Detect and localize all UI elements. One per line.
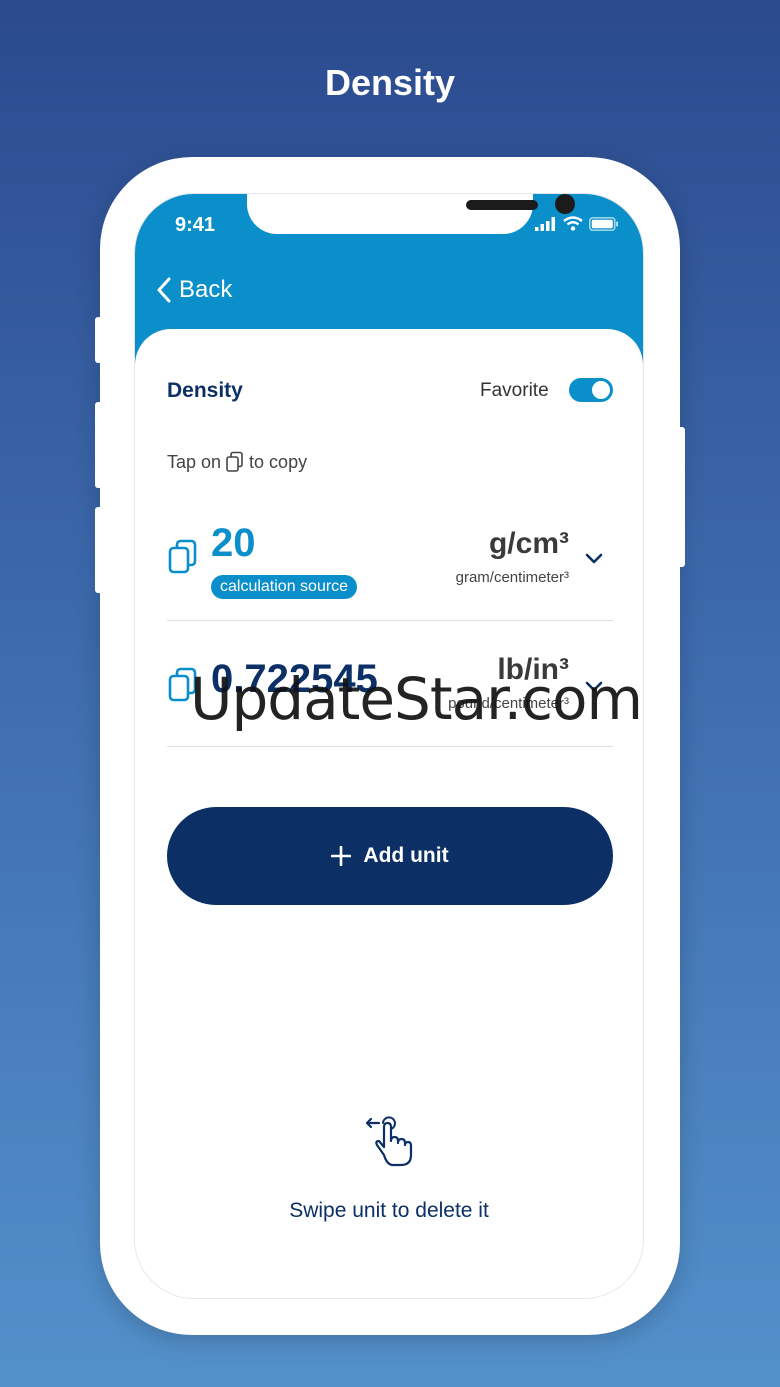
hint-text-before: Tap on: [167, 451, 222, 472]
watermark-text: UpdateStar.com: [190, 665, 643, 733]
notch: [247, 194, 575, 234]
favorite-toggle[interactable]: [569, 378, 613, 402]
back-button[interactable]: Back: [157, 276, 232, 304]
chevron-left-icon: [157, 277, 171, 303]
phone-screen: 9:41 Back Density Favorite Tap on to cop…: [134, 193, 644, 1299]
phone-frame: 9:41 Back Density Favorite Tap on to cop…: [95, 157, 685, 1335]
copy-hint: Tap on to copy: [167, 451, 307, 473]
camera: [555, 194, 575, 214]
converter-card: Density Favorite Tap on to copy 20 calcu…: [135, 329, 643, 1298]
add-unit-label: Add unit: [363, 844, 449, 867]
hint-text-after: to copy: [249, 451, 308, 472]
unit-value[interactable]: 20: [211, 521, 256, 566]
card-title: Density: [167, 379, 243, 402]
status-time: 9:41: [175, 214, 216, 236]
unit-symbol: g/cm³: [488, 527, 569, 560]
chevron-down-icon[interactable]: [585, 553, 603, 565]
speaker: [466, 200, 538, 210]
phone-side-button: [95, 317, 103, 363]
status-icons: [535, 216, 619, 231]
copy-icon: [226, 451, 243, 472]
phone-volume-up-button: [95, 402, 103, 488]
swipe-hand-icon: [365, 1116, 413, 1167]
add-unit-button[interactable]: Add unit: [167, 807, 613, 905]
copy-icon[interactable]: [167, 539, 201, 575]
battery-icon: [589, 216, 618, 231]
phone-power-button: [677, 427, 685, 567]
phone-volume-down-button: [95, 507, 103, 593]
unit-row-source[interactable]: 20 calculation source g/cm³ gram/centime…: [167, 495, 613, 621]
calculation-source-badge: calculation source: [211, 575, 358, 599]
back-label: Back: [179, 276, 233, 303]
swipe-hint-text: Swipe unit to delete it: [289, 1199, 489, 1222]
plus-icon: [331, 846, 352, 866]
favorite-label: Favorite: [480, 380, 549, 401]
signal-icon: [535, 216, 555, 231]
page-heading: Density: [324, 62, 456, 103]
toggle-knob: [592, 381, 610, 399]
wifi-icon: [563, 216, 583, 231]
unit-name: gram/centimeter³: [455, 569, 569, 586]
